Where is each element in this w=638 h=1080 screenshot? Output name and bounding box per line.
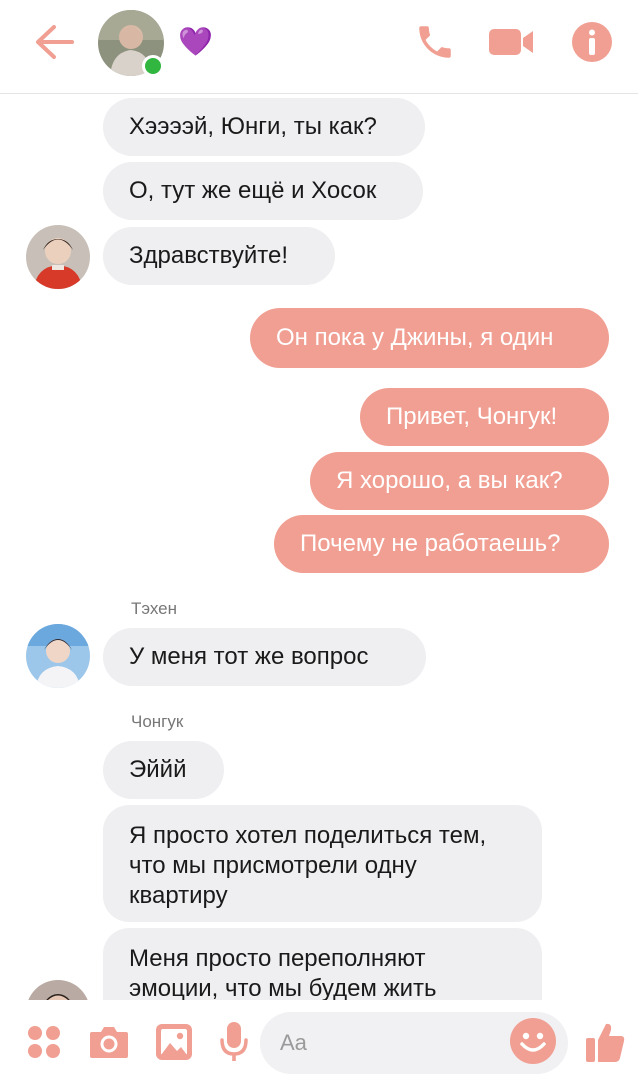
phone-icon: [419, 26, 451, 58]
sender-name: Тэхен: [131, 599, 178, 618]
chat-header: 💜: [0, 0, 638, 94]
sender-avatar[interactable]: [26, 980, 90, 1000]
message-bubble[interactable]: Я просто хотел поделиться тем, что мы пр…: [103, 805, 542, 922]
message-bubble[interactable]: У меня тот же вопрос: [103, 628, 426, 686]
sender-avatar[interactable]: [26, 624, 90, 688]
apps-button[interactable]: [22, 1020, 66, 1064]
message-bubble[interactable]: Почему не работаешь?: [274, 515, 609, 573]
message-input[interactable]: [280, 1012, 500, 1074]
online-indicator: [142, 55, 164, 77]
thumbs-up-icon: [586, 1023, 625, 1062]
emoji-icon: [520, 1032, 546, 1052]
message-bubble[interactable]: Привет, Чонгук!: [360, 388, 609, 446]
voice-button[interactable]: [214, 1018, 254, 1066]
microphone-icon: [220, 1022, 248, 1061]
message-bubble[interactable]: Здравствуйте!: [103, 227, 335, 285]
video-camera-icon: [489, 29, 533, 55]
message-bubble[interactable]: Хээээй, Юнги, ты как?: [103, 98, 425, 156]
message-bubble[interactable]: Он пока у Джины, я один: [250, 308, 609, 368]
apps-icon: [28, 1026, 60, 1058]
call-button[interactable]: [411, 20, 459, 64]
gallery-icon: [156, 1024, 192, 1060]
message-bubble[interactable]: О, тут же ещё и Хосок: [103, 162, 423, 220]
message-list[interactable]: Хээээй, Юнги, ты как? О, тут же ещё и Хо…: [0, 94, 638, 1000]
message-bubble[interactable]: Эййй: [103, 741, 224, 799]
heart-status: 💜: [178, 25, 213, 58]
emoji-button[interactable]: [510, 1018, 556, 1064]
sender-name: Чонгук: [131, 712, 184, 731]
camera-button[interactable]: [86, 1020, 132, 1064]
like-button[interactable]: [582, 1018, 628, 1066]
message-bubble[interactable]: Я хорошо, а вы как?: [310, 452, 609, 510]
message-bubble[interactable]: Меня просто переполняют эмоции, что мы б…: [103, 928, 542, 1000]
gallery-button[interactable]: [152, 1020, 196, 1064]
info-icon: [572, 22, 612, 62]
composer-bar: [0, 1000, 638, 1080]
video-call-button[interactable]: [485, 20, 537, 64]
camera-icon: [90, 1027, 128, 1058]
back-button[interactable]: [30, 20, 78, 64]
back-arrow-icon: [36, 25, 74, 59]
info-button[interactable]: [568, 18, 616, 66]
sender-avatar[interactable]: [26, 225, 90, 289]
